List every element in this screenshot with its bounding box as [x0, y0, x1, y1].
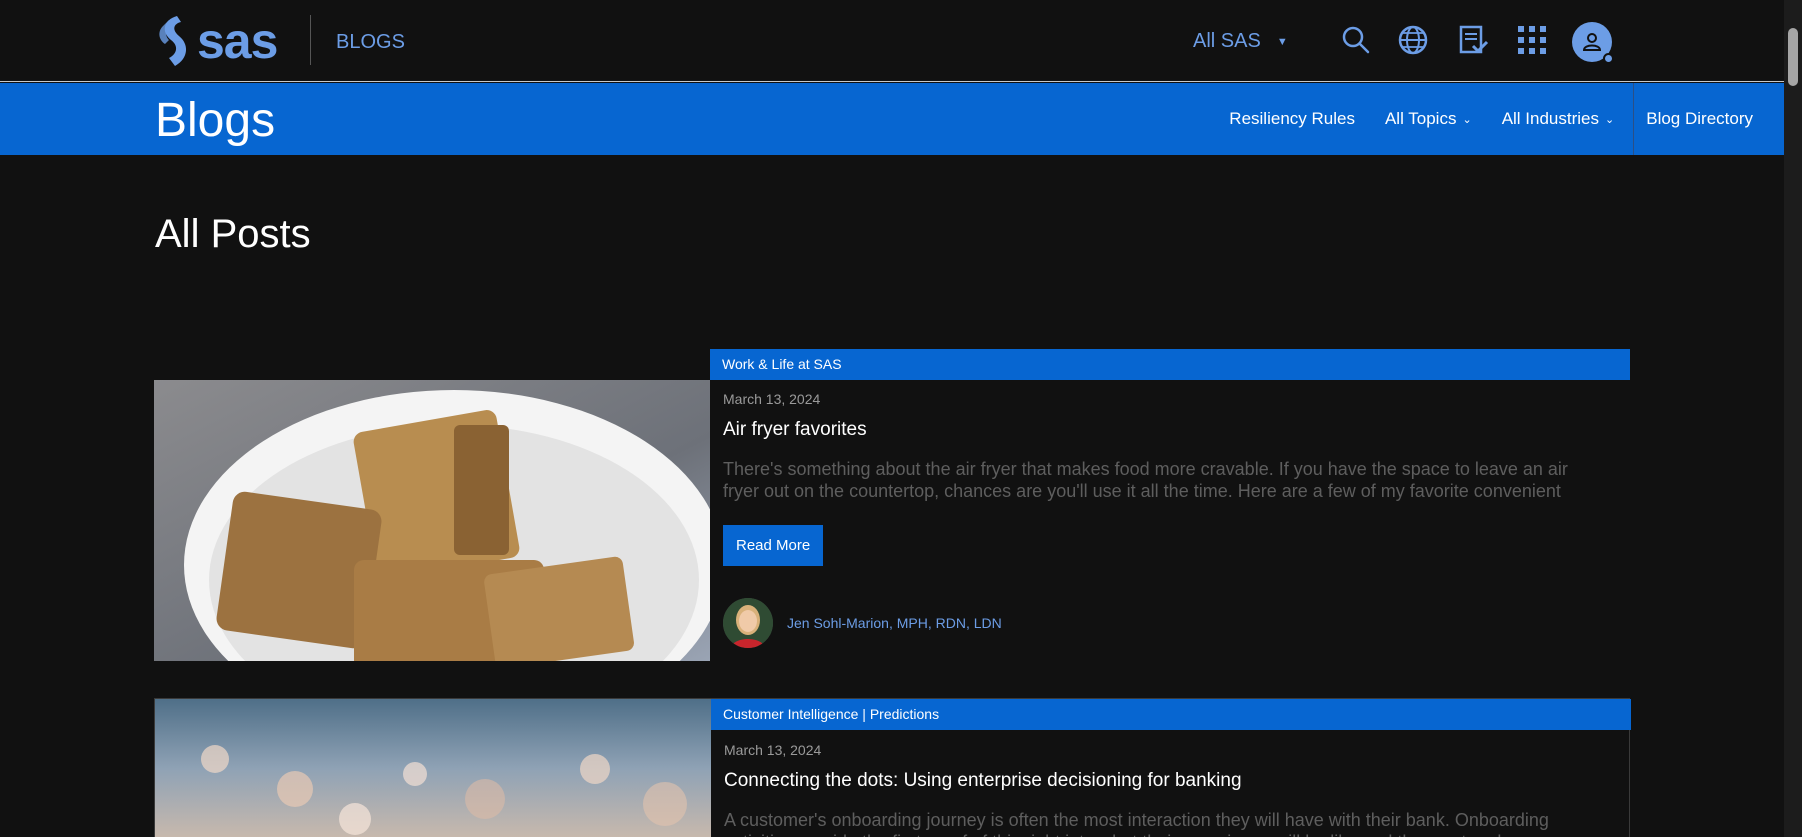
blog-nav-bar: Blogs Resiliency Rules All Topics ⌄ All … [0, 83, 1784, 155]
sas-logo-text: sas [197, 13, 278, 69]
status-dot [1603, 53, 1614, 64]
post-body: March 13, 2024 Connecting the dots: Usin… [724, 742, 1604, 837]
scope-dropdown[interactable]: All SAS ▼ [1193, 30, 1288, 53]
nav-item-resiliency-rules[interactable]: Resiliency Rules [1214, 83, 1370, 155]
header-divider [310, 15, 311, 65]
contact-form-icon[interactable] [1455, 22, 1491, 58]
blogs-link[interactable]: BLOGS [336, 31, 405, 54]
search-icon[interactable] [1338, 22, 1374, 58]
nav-item-blog-directory[interactable]: Blog Directory [1634, 83, 1784, 155]
post-title[interactable]: Connecting the dots: Using enterprise de… [724, 770, 1604, 792]
scrollbar[interactable] [1784, 0, 1802, 837]
author-avatar [723, 598, 773, 648]
post-excerpt: There's something about the air fryer th… [723, 459, 1568, 501]
post-card: Work & Life at SAS March 13, 2024 Air fr… [154, 349, 1630, 661]
page-title: All Posts [155, 212, 311, 256]
author-name: Jen Sohl-Marion, MPH, RDN, LDN [787, 615, 1002, 631]
nav-item-label: Blog Directory [1646, 109, 1753, 128]
post-date: March 13, 2024 [724, 742, 822, 758]
nav-item-label: Resiliency Rules [1229, 109, 1355, 128]
nav-item-label: All Topics [1384, 109, 1457, 128]
user-avatar-icon[interactable] [1572, 22, 1614, 64]
apps-grid-icon[interactable] [1514, 22, 1550, 58]
post-body: March 13, 2024 Air fryer favorites There… [723, 391, 1603, 566]
post-date: March 13, 2024 [723, 391, 821, 407]
sas-logo-mark-icon [159, 16, 187, 66]
scrollbar-thumb[interactable] [1788, 28, 1798, 86]
post-excerpt: A customer's onboarding journey is often… [724, 810, 1549, 837]
caret-down-icon: ▼ [1276, 35, 1288, 48]
section-title[interactable]: Blogs [155, 93, 275, 148]
blog-nav: Resiliency Rules All Topics ⌄ All Indust… [1214, 83, 1784, 155]
post-author[interactable]: Jen Sohl-Marion, MPH, RDN, LDN [723, 598, 1002, 648]
post-image[interactable] [155, 699, 711, 837]
post-image[interactable] [154, 380, 710, 661]
chevron-down-icon: ⌄ [1462, 113, 1472, 126]
sas-logo[interactable]: sas [155, 13, 278, 69]
post-category[interactable]: Work & Life at SAS [710, 349, 1630, 380]
nav-item-all-topics[interactable]: All Topics ⌄ [1370, 83, 1487, 155]
post-card: Customer Intelligence | Predictions Marc… [154, 698, 1631, 837]
top-header: sas BLOGS All SAS ▼ [0, 0, 1784, 82]
nav-item-label: All Industries [1501, 109, 1600, 128]
page: sas BLOGS All SAS ▼ Blogs Resiliency Rul… [0, 0, 1802, 837]
nav-item-all-industries[interactable]: All Industries ⌄ [1487, 83, 1630, 155]
post-category[interactable]: Customer Intelligence | Predictions [711, 699, 1631, 730]
globe-icon[interactable] [1395, 22, 1431, 58]
chevron-down-icon: ⌄ [1605, 113, 1615, 126]
read-more-button[interactable]: Read More [723, 525, 824, 566]
post-title[interactable]: Air fryer favorites [723, 419, 1603, 441]
scope-dropdown-label: All SAS [1193, 30, 1261, 52]
